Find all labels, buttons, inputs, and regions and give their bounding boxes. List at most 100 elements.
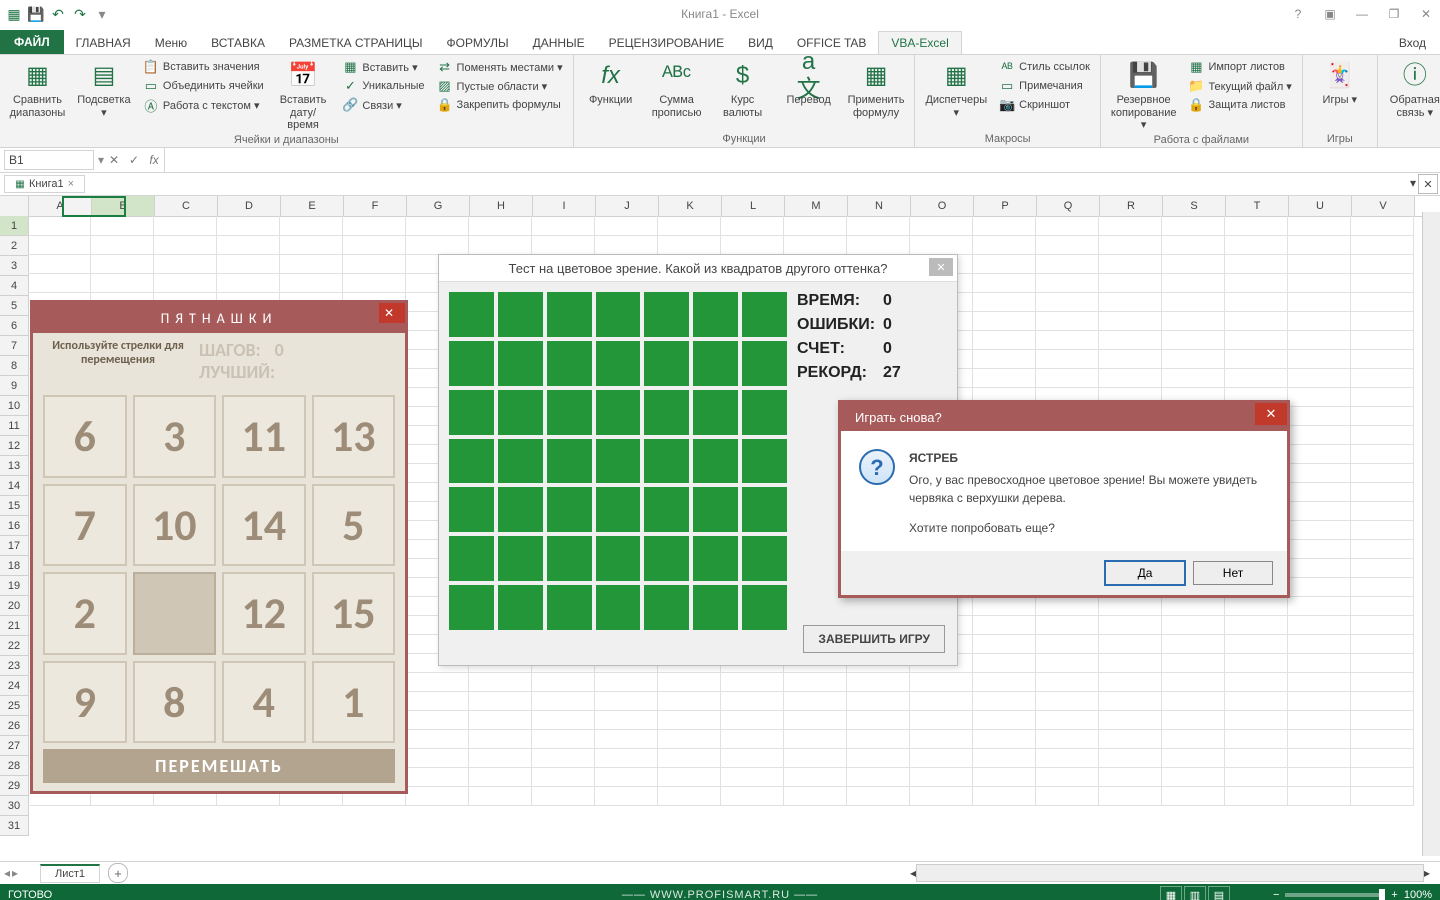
tab-home[interactable]: ГЛАВНАЯ	[64, 32, 143, 54]
sheet-nav-prev-icon[interactable]: ◂	[4, 866, 10, 880]
chevron-down-icon[interactable]: ▾	[1410, 176, 1416, 190]
color-cell[interactable]	[498, 585, 543, 630]
cell[interactable]	[595, 786, 658, 806]
cell[interactable]	[973, 748, 1036, 768]
cell[interactable]	[1351, 729, 1414, 749]
cell[interactable]	[469, 216, 532, 236]
color-cell[interactable]	[498, 341, 543, 386]
empty-areas-button[interactable]: ▨Пустые области ▾	[435, 77, 565, 95]
cell[interactable]	[28, 273, 91, 293]
cell[interactable]	[532, 710, 595, 730]
color-cell[interactable]	[449, 585, 494, 630]
cell[interactable]	[721, 729, 784, 749]
cell[interactable]	[1099, 368, 1162, 388]
cell[interactable]	[1351, 596, 1414, 616]
zoom-in-icon[interactable]: +	[1391, 889, 1397, 900]
cell[interactable]	[91, 216, 154, 236]
color-cell[interactable]	[644, 390, 689, 435]
col-header[interactable]: U	[1289, 196, 1352, 216]
cell[interactable]	[595, 748, 658, 768]
col-header[interactable]: L	[722, 196, 785, 216]
cell[interactable]	[1288, 672, 1351, 692]
cell[interactable]	[1099, 596, 1162, 616]
cell[interactable]	[1351, 273, 1414, 293]
cell[interactable]	[1099, 235, 1162, 255]
cell[interactable]	[1099, 330, 1162, 350]
tab-file[interactable]: ФАЙЛ	[0, 30, 64, 54]
vertical-scrollbar[interactable]	[1422, 212, 1440, 856]
cell[interactable]	[973, 292, 1036, 312]
lock-formulas-button[interactable]: 🔒Закрепить формулы	[435, 96, 565, 114]
color-cell[interactable]	[693, 341, 738, 386]
cell[interactable]	[532, 729, 595, 749]
cell[interactable]	[532, 672, 595, 692]
cell[interactable]	[784, 216, 847, 236]
cell[interactable]	[784, 786, 847, 806]
cell[interactable]	[1225, 615, 1288, 635]
color-cell[interactable]	[742, 341, 787, 386]
cell[interactable]	[1036, 273, 1099, 293]
swap-button[interactable]: ⇄Поменять местами ▾	[435, 58, 565, 76]
cell[interactable]	[973, 311, 1036, 331]
cell[interactable]	[784, 729, 847, 749]
cell[interactable]	[1225, 634, 1288, 654]
cell[interactable]	[1288, 615, 1351, 635]
cell[interactable]	[154, 254, 217, 274]
dispatchers-button[interactable]: ▦Диспетчеры ▾	[923, 58, 989, 121]
puzzle-tile[interactable]: 12	[222, 572, 306, 655]
cell[interactable]	[1036, 767, 1099, 787]
cell[interactable]	[217, 216, 280, 236]
cell[interactable]	[1351, 349, 1414, 369]
color-cell[interactable]	[742, 487, 787, 532]
cell[interactable]	[595, 729, 658, 749]
cell[interactable]	[1036, 615, 1099, 635]
cell[interactable]	[1162, 349, 1225, 369]
color-test-close-button[interactable]: ✕	[929, 258, 953, 276]
cell[interactable]	[595, 216, 658, 236]
highlight-button[interactable]: ▤Подсветка ▾	[75, 58, 133, 121]
cell[interactable]	[28, 235, 91, 255]
tab-formulas[interactable]: ФОРМУЛЫ	[435, 32, 521, 54]
cell[interactable]	[973, 767, 1036, 787]
color-cell[interactable]	[644, 341, 689, 386]
row-header[interactable]: 5	[0, 296, 29, 316]
color-cell[interactable]	[547, 487, 592, 532]
cell[interactable]	[1099, 311, 1162, 331]
puzzle-tile[interactable]: 4	[222, 661, 306, 744]
cell[interactable]	[1351, 292, 1414, 312]
color-cell[interactable]	[596, 585, 641, 630]
cell[interactable]	[1351, 748, 1414, 768]
view-pagebreak-icon[interactable]: ▤	[1208, 886, 1230, 900]
tab-vba-excel[interactable]: VBA-Excel	[878, 31, 961, 54]
cell[interactable]	[910, 786, 973, 806]
color-cell[interactable]	[644, 536, 689, 581]
cell[interactable]	[1288, 425, 1351, 445]
color-cell[interactable]	[693, 487, 738, 532]
maximize-icon[interactable]: ❐	[1384, 7, 1404, 21]
cell[interactable]	[1225, 691, 1288, 711]
cell[interactable]	[280, 254, 343, 274]
cell[interactable]	[1162, 691, 1225, 711]
cell[interactable]	[721, 748, 784, 768]
cell[interactable]	[595, 691, 658, 711]
puzzle-tile[interactable]: 14	[222, 484, 306, 567]
cell[interactable]	[973, 615, 1036, 635]
cell[interactable]	[595, 710, 658, 730]
col-header[interactable]: P	[974, 196, 1037, 216]
cell[interactable]	[1351, 501, 1414, 521]
cell[interactable]	[1288, 596, 1351, 616]
screenshot-button[interactable]: 📷Скриншот	[997, 96, 1092, 114]
sum-words-button[interactable]: ᴬᴮᶜСумма прописью	[648, 58, 706, 121]
cell[interactable]	[1288, 634, 1351, 654]
cell[interactable]	[154, 216, 217, 236]
color-cell[interactable]	[449, 292, 494, 337]
cell[interactable]	[1225, 330, 1288, 350]
cell[interactable]	[1288, 729, 1351, 749]
ribbon-options-icon[interactable]: ▣	[1320, 7, 1340, 21]
cell[interactable]	[1351, 235, 1414, 255]
color-cell[interactable]	[742, 390, 787, 435]
cell[interactable]	[973, 349, 1036, 369]
cell[interactable]	[1288, 501, 1351, 521]
color-cell[interactable]	[693, 292, 738, 337]
cell[interactable]	[910, 729, 973, 749]
